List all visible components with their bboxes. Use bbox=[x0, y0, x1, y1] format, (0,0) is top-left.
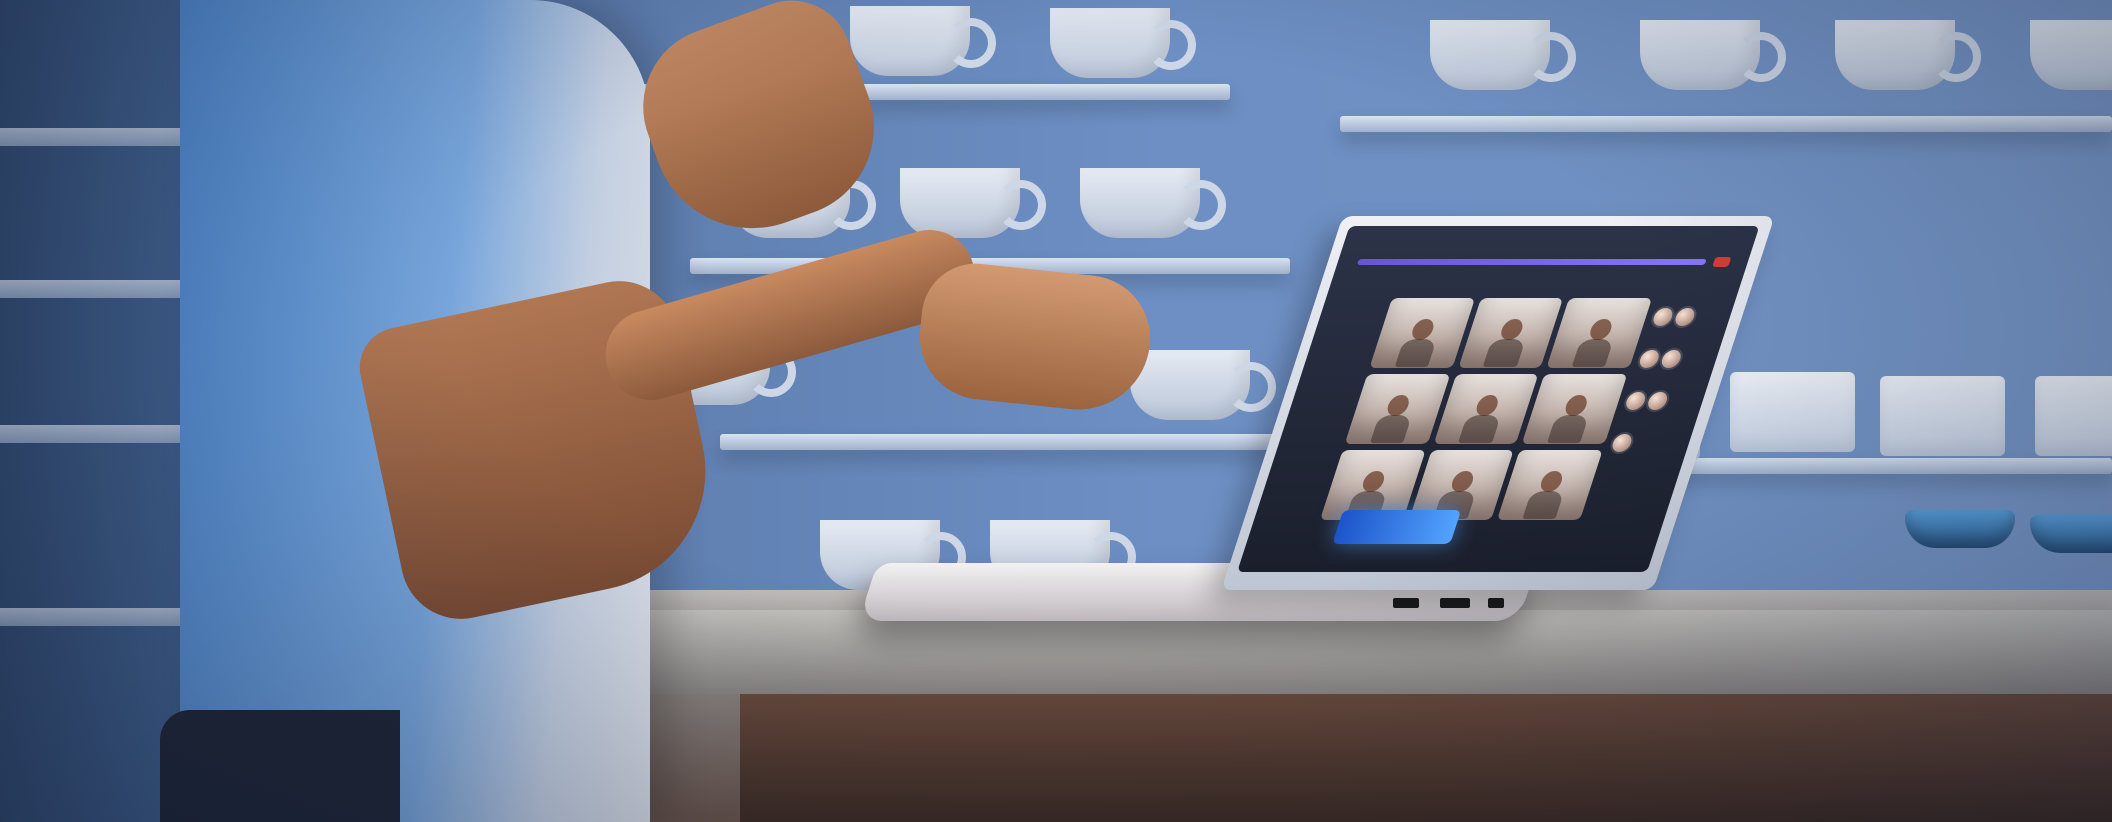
vignette bbox=[0, 0, 2112, 822]
photo-scene bbox=[0, 0, 2112, 822]
